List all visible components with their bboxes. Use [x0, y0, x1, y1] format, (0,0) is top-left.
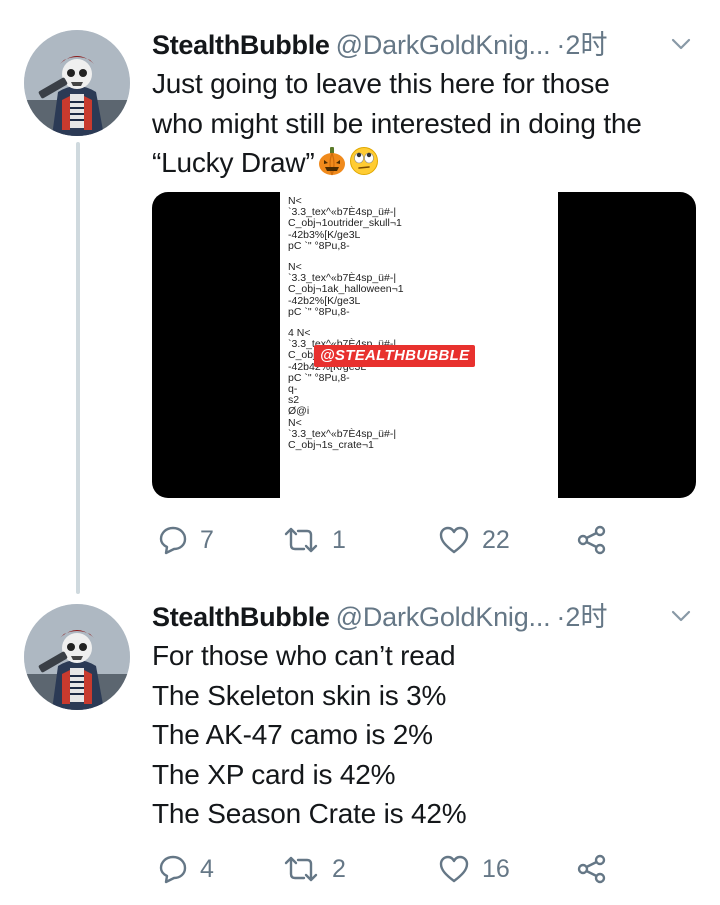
- like-icon: [439, 855, 469, 883]
- tweet-media-image[interactable]: N< `3.3_tex^«b7È4sp_ü#-| C_obj¬1outrider_s…: [152, 192, 696, 498]
- chevron-down-icon[interactable]: [670, 608, 692, 624]
- retweet-button[interactable]: 2: [282, 849, 346, 889]
- reply-count: 4: [200, 854, 214, 883]
- doc-line: q-: [288, 383, 298, 396]
- like-button[interactable]: 22: [438, 520, 510, 560]
- tweet-text-line: The Skeleton skin is 3%: [152, 679, 447, 711]
- retweet-button[interactable]: 1: [282, 520, 346, 560]
- tweet-text: Just going to leave this here for those …: [152, 64, 712, 183]
- doc-line: pC `" °8Pu,8-: [288, 305, 350, 318]
- tweet-text-line: The AK-47 camo is 2%: [152, 719, 433, 750]
- tweet-text-line: Just going to leave this here for those: [152, 68, 610, 99]
- tweet-text-line: who might still be interested in doing t…: [152, 107, 642, 139]
- retweet-icon: [284, 856, 318, 882]
- tweet-1[interactable]: StealthBubble @DarkGoldKnig... ·2时 Just go…: [0, 0, 720, 580]
- like-button[interactable]: 16: [438, 849, 510, 889]
- display-name[interactable]: StealthBubble: [152, 602, 330, 632]
- tweet-actions: 7 1 22: [152, 520, 712, 560]
- jack-o-lantern-emoji: [318, 147, 345, 176]
- doc-line: C_obj¬1outrider_skull¬1: [288, 217, 402, 230]
- doc-line: pC `" °8Pu,8-: [288, 371, 350, 384]
- share-icon: [577, 525, 606, 555]
- avatar[interactable]: [24, 604, 130, 710]
- timestamp[interactable]: 2时: [565, 30, 607, 60]
- reply-icon: [159, 855, 187, 884]
- reply-button[interactable]: 7: [158, 520, 214, 560]
- doc-line: C_obj¬1s_crate¬1: [288, 439, 374, 452]
- rolling-eyes-emoji: [349, 147, 378, 175]
- handle[interactable]: @DarkGoldKnig...: [336, 602, 551, 632]
- tweet-text-line: “Lucky Draw”: [152, 143, 712, 183]
- doc-gap: [288, 252, 558, 262]
- tweet-text-quote: “Lucky Draw”: [152, 147, 315, 178]
- tweet-text-line: The Season Crate is 42%: [152, 798, 467, 829]
- doc-line: C_obj¬1ak_halloween¬1: [288, 283, 404, 296]
- tweet-header: StealthBubble @DarkGoldKnig... ·2时: [152, 30, 700, 60]
- like-icon: [439, 526, 469, 554]
- retweet-count: 2: [332, 854, 346, 883]
- tweet-2[interactable]: StealthBubble @DarkGoldKnig... ·2时 For tho…: [0, 580, 720, 905]
- watermark-label: @STEALTHBUBBLE: [314, 345, 476, 367]
- handle[interactable]: @DarkGoldKnig...: [336, 30, 551, 60]
- tweet-header: StealthBubble @DarkGoldKnig... ·2时: [152, 602, 700, 632]
- doc-line: s2: [288, 394, 300, 407]
- reply-icon: [159, 526, 187, 555]
- share-button[interactable]: [576, 849, 608, 889]
- doc-gap: [288, 318, 558, 328]
- like-count: 16: [482, 854, 510, 883]
- reply-button[interactable]: 4: [158, 849, 214, 889]
- retweet-icon: [284, 527, 318, 553]
- tweet-text-line: For those who can’t read: [152, 640, 456, 671]
- timestamp[interactable]: 2时: [565, 602, 607, 632]
- doc-line: pC `" °8Pu,8-: [288, 239, 350, 252]
- tweet-actions: 4 2 16: [152, 849, 712, 889]
- tweet-text-line: The XP card is 42%: [152, 758, 396, 790]
- like-count: 22: [482, 525, 510, 554]
- share-icon: [577, 854, 606, 884]
- reply-count: 7: [200, 525, 214, 554]
- chevron-down-icon[interactable]: [670, 36, 692, 52]
- display-name[interactable]: StealthBubble: [152, 30, 330, 60]
- avatar[interactable]: [24, 30, 130, 136]
- tweet-text: For those who can’t read The Skeleton sk…: [152, 636, 712, 834]
- share-button[interactable]: [576, 520, 608, 560]
- retweet-count: 1: [332, 525, 346, 554]
- doc-line: Ø@i: [288, 405, 310, 418]
